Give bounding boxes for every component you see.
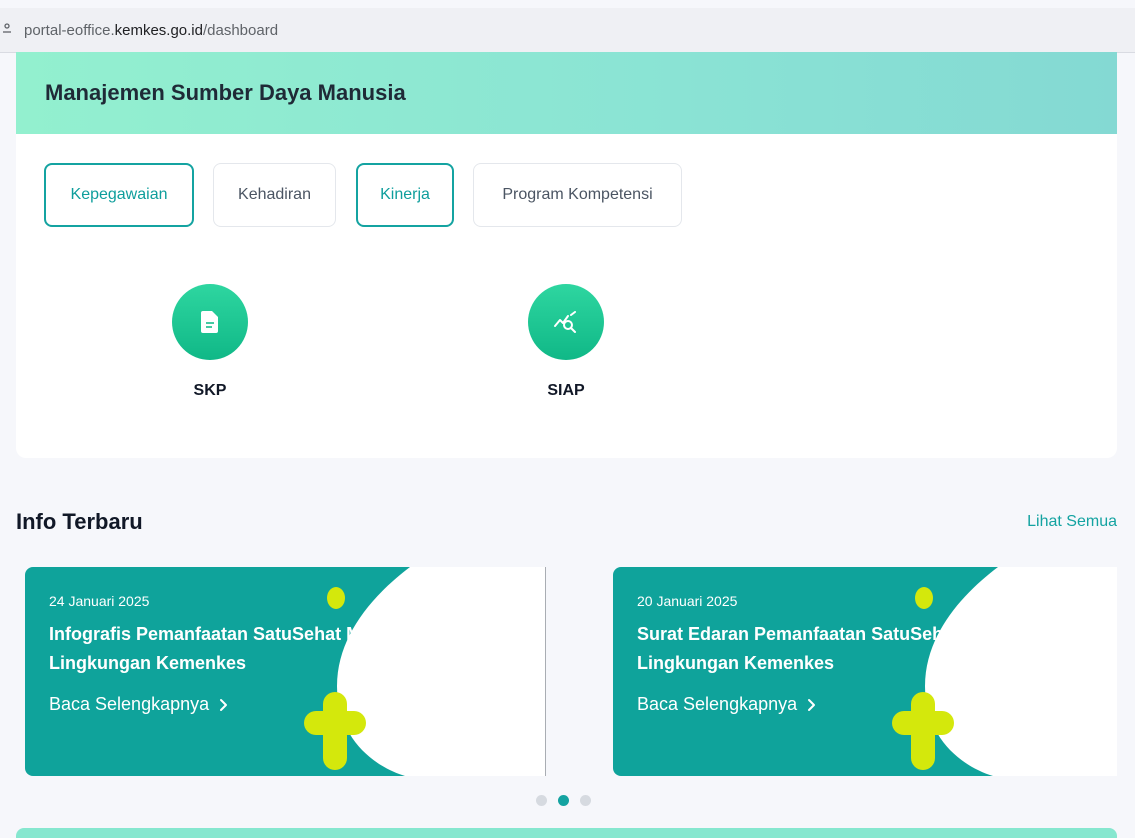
news-date: 24 Januari 2025 [49,593,150,609]
read-more-label: Baca Selengkapnya [49,694,210,714]
chevron-right-icon [808,698,816,711]
news-card[interactable]: 24 Januari 2025 Infografis Pemanfaatan S… [25,567,546,776]
see-all-link[interactable]: Lihat Semua [1027,513,1117,531]
read-more-label: Baca Selengkapnya [637,694,798,714]
url-prefix: portal-eoffice. [24,21,115,39]
next-section-header [16,828,1117,838]
read-more-link[interactable]: Baca Selengkapnya [49,694,228,715]
carousel-pagination [536,795,591,806]
chart-search-icon [554,311,576,333]
carousel-dot-active[interactable] [558,795,569,806]
read-more-link[interactable]: Baca Selengkapnya [637,694,816,715]
app-label-siap: SIAP [547,382,585,399]
tab-kepegawaian[interactable]: Kepegawaian [44,163,194,227]
info-section-title: Info Terbaru [16,509,143,534]
news-card[interactable]: 20 Januari 2025 Surat Edaran Pemanfaatan… [613,567,1117,776]
carousel-dot[interactable] [536,795,547,806]
tab-kinerja[interactable]: Kinerja [356,163,454,227]
skp-icon-circle[interactable] [172,284,248,360]
address-bar[interactable]: portal-eoffice.kemkes.go.id/dashboard [0,8,1135,52]
app-label-skp: SKP [193,382,227,399]
section-header: Manajemen Sumber Daya Manusia [16,52,1117,134]
section-title: Manajemen Sumber Daya Manusia [45,80,406,105]
site-info-icon[interactable] [2,22,18,38]
url-text[interactable]: portal-eoffice.kemkes.go.id/dashboard [24,22,278,39]
app-skp[interactable]: SKP [150,284,270,400]
chevron-right-icon [220,698,228,711]
tab-program-kompetensi[interactable]: Program Kompetensi [473,163,682,227]
hr-section-card: Manajemen Sumber Daya Manusia Kepegawaia… [16,52,1117,458]
news-title: Surat Edaran Pemanfaatan SatuSehat Mobil… [637,624,1043,673]
news-title: Infografis Pemanfaatan SatuSehat Mobile … [49,624,425,673]
siap-icon-circle[interactable] [528,284,604,360]
carousel-dot[interactable] [580,795,591,806]
url-domain: kemkes.go.id [114,21,203,39]
document-icon [201,311,218,333]
tab-kehadiran[interactable]: Kehadiran [213,163,336,227]
url-path: /dashboard [202,21,279,39]
news-date: 20 Januari 2025 [637,593,738,609]
app-siap[interactable]: SIAP [506,284,626,400]
